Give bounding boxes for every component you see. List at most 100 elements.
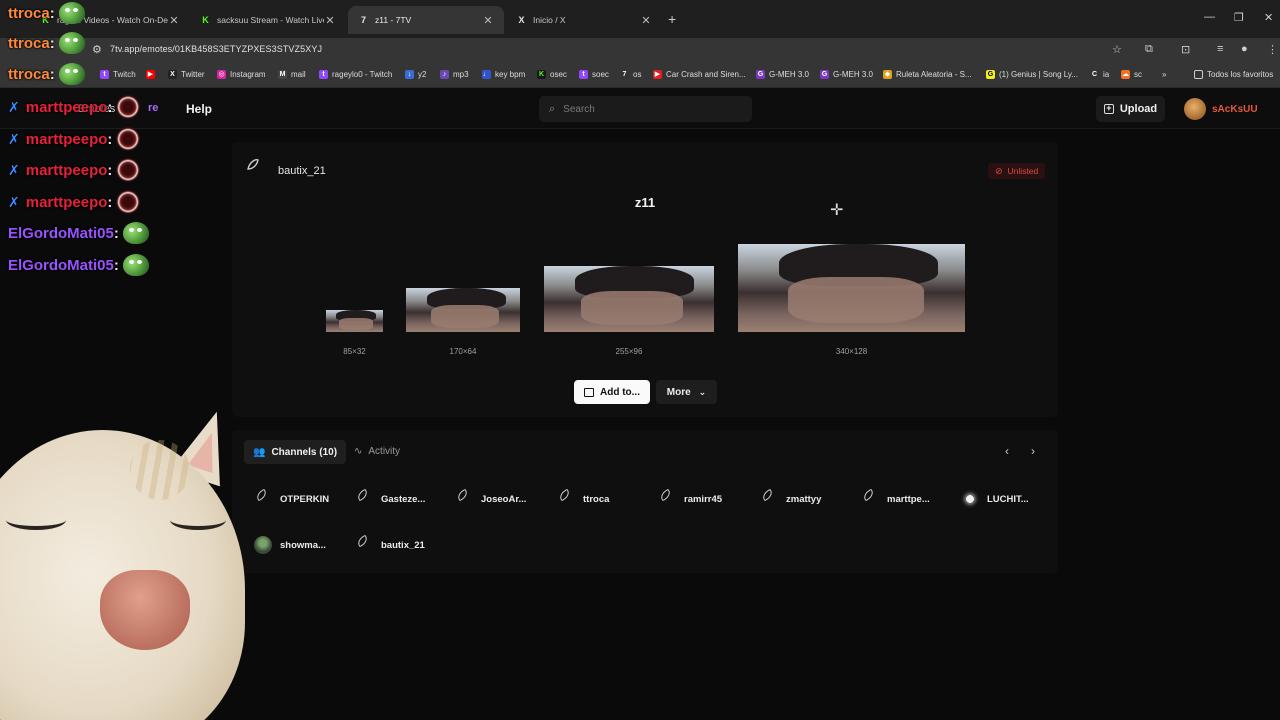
channel-item[interactable]: ttroca bbox=[557, 490, 609, 508]
screenshot-icon[interactable]: ⊡ bbox=[1181, 43, 1190, 56]
chat-username: ttroca bbox=[8, 4, 50, 22]
download-icon: ↓ bbox=[405, 70, 414, 79]
emote-preview-3x[interactable] bbox=[544, 266, 714, 332]
gmeh-icon: G bbox=[756, 70, 765, 79]
browser-tab-active[interactable]: 7 z11 - 7TV ✕ bbox=[348, 6, 504, 34]
ring-emote-icon bbox=[116, 158, 141, 182]
channel-item[interactable]: LUCHIT... bbox=[961, 490, 1029, 508]
bookmark-item[interactable]: t soec bbox=[579, 70, 609, 79]
url-field[interactable]: 7tv.app/emotes/01KB458S3ETYZPXES3STVZ5XY… bbox=[110, 44, 322, 54]
emote-preview-4x[interactable] bbox=[738, 244, 965, 332]
emote-owner[interactable]: bautix_21 bbox=[278, 165, 326, 177]
browser-tab[interactable]: K sacksuu Stream - Watch Live on Kick ✕ bbox=[190, 6, 346, 34]
youtube-icon: ▶ bbox=[146, 70, 155, 79]
youtube-icon: ▶ bbox=[653, 70, 662, 79]
browser-tab[interactable]: X Inicio / X ✕ bbox=[506, 6, 662, 34]
bookmarks-overflow-button[interactable]: » bbox=[1162, 70, 1166, 79]
x-logo-icon: X bbox=[518, 14, 525, 25]
bookmark-item[interactable]: G (1) Genius | Song Ly... bbox=[986, 70, 1078, 79]
channel-item[interactable]: ramirr45 bbox=[658, 490, 722, 508]
upload-button[interactable]: + Upload bbox=[1096, 96, 1165, 122]
size-label: 85×32 bbox=[343, 347, 366, 356]
profile-icon[interactable]: ● bbox=[1241, 43, 1248, 55]
channel-avatar bbox=[961, 490, 979, 508]
close-icon[interactable]: ✕ bbox=[482, 14, 494, 27]
chat-message: ✗ marttpeepo: bbox=[8, 95, 141, 119]
search-input[interactable] bbox=[563, 103, 734, 115]
new-tab-button[interactable]: + bbox=[668, 11, 676, 27]
nav-store[interactable]: re bbox=[148, 102, 158, 114]
ring-emote-icon bbox=[116, 95, 141, 119]
close-icon[interactable]: ✕ bbox=[324, 14, 336, 27]
channel-item[interactable]: marttpe... bbox=[861, 490, 930, 508]
chat-message: ✗ marttpeepo: bbox=[8, 127, 141, 151]
browser-tab-bar: K rage... Videos - Watch On-Demand ✕ K s… bbox=[0, 0, 1280, 38]
bookmark-item[interactable]: G G-MEH 3.0 bbox=[820, 70, 873, 79]
chat-message: ElGordoMati05: bbox=[8, 222, 149, 244]
music-icon: ♪ bbox=[440, 70, 449, 79]
bookmark-item[interactable]: Cia bbox=[1090, 70, 1109, 79]
restore-icon[interactable]: ❐ bbox=[1234, 11, 1244, 24]
bookmark-item[interactable]: 7 os bbox=[620, 70, 641, 79]
media-icon[interactable]: ≡ bbox=[1217, 43, 1223, 55]
chat-message: ttroca: bbox=[8, 2, 85, 24]
bookmark-item[interactable]: G G-MEH 3.0 bbox=[756, 70, 809, 79]
user-menu[interactable]: sAcKsUU bbox=[1184, 98, 1258, 120]
close-icon[interactable]: ✕ bbox=[168, 14, 180, 27]
chat-username: ElGordoMati05 bbox=[8, 224, 114, 242]
activity-icon: ∿ bbox=[354, 446, 363, 457]
channel-avatar bbox=[861, 490, 879, 508]
bookmark-item[interactable]: ◎ Instagram bbox=[217, 70, 266, 79]
tab-channels[interactable]: 👥 Channels (10) bbox=[244, 440, 347, 464]
chat-message: ttroca: bbox=[8, 32, 85, 54]
close-window-icon[interactable]: ✕ bbox=[1264, 11, 1273, 24]
channel-item[interactable]: showma... bbox=[254, 536, 326, 554]
bookmark-item[interactable]: Mmail bbox=[278, 70, 306, 79]
mail-icon: M bbox=[278, 70, 287, 79]
bookmark-star-icon[interactable]: ☆ bbox=[1112, 43, 1122, 56]
nav-help[interactable]: Help bbox=[186, 102, 212, 116]
bookmark-item[interactable]: t Twitch bbox=[100, 70, 136, 79]
bookmark-item[interactable]: X Twitter bbox=[168, 70, 205, 79]
emote-title: z11 bbox=[634, 195, 656, 210]
username: sAcKsUU bbox=[1212, 103, 1258, 115]
genius-icon: G bbox=[986, 70, 995, 79]
next-page-icon[interactable]: › bbox=[1031, 444, 1035, 458]
moderator-sword-icon: ✗ bbox=[8, 98, 20, 115]
add-to-button[interactable]: Add to... bbox=[574, 380, 650, 404]
more-button[interactable]: More ⌄ bbox=[656, 380, 717, 404]
channel-item[interactable]: OTPERKIN bbox=[254, 490, 329, 508]
bookmark-item[interactable]: Kosec bbox=[537, 70, 567, 79]
bookmark-item[interactable]: ▶ bbox=[146, 70, 159, 79]
prev-page-icon[interactable]: ‹ bbox=[1005, 444, 1009, 458]
bookmark-item[interactable]: ☁ sc bbox=[1121, 70, 1142, 79]
bookmark-item[interactable]: ▶ Car Crash and Siren... bbox=[653, 70, 746, 79]
emote-preview-1x[interactable] bbox=[326, 310, 383, 332]
channel-item[interactable]: Gasteze... bbox=[355, 490, 425, 508]
search-bar[interactable]: ⌕ bbox=[539, 96, 752, 122]
tab-activity[interactable]: ∿ Activity bbox=[354, 446, 400, 457]
chat-username: ttroca bbox=[8, 34, 50, 52]
emote-preview-2x[interactable] bbox=[406, 288, 520, 332]
status-badge: ⊘ Unlisted bbox=[988, 163, 1046, 179]
bookmark-item[interactable]: ♩ key bpm bbox=[482, 70, 525, 79]
bookmark-item[interactable]: ◆ Ruleta Aleatoria - S... bbox=[883, 70, 972, 79]
site-info-icon[interactable]: ⚙ bbox=[92, 43, 102, 56]
bookmark-item[interactable]: ♪ mp3 bbox=[440, 70, 469, 79]
close-icon[interactable]: ✕ bbox=[640, 14, 652, 27]
channel-item[interactable]: JoseoAr... bbox=[455, 490, 526, 508]
bookmark-item[interactable]: ↓ y2 bbox=[405, 70, 426, 79]
minimize-icon[interactable]: — bbox=[1204, 11, 1215, 23]
7tv-icon: 7 bbox=[620, 70, 629, 79]
all-bookmarks-button[interactable]: Todos los favoritos bbox=[1194, 70, 1273, 79]
bookmark-item[interactable]: t rageylo0 - Twitch bbox=[319, 70, 392, 79]
menu-icon[interactable]: ⋮ bbox=[1267, 43, 1278, 56]
tab-channels-label: Channels (10) bbox=[271, 446, 338, 458]
channel-avatar bbox=[455, 490, 473, 508]
channel-avatar bbox=[254, 536, 272, 554]
add-to-label: Add to... bbox=[600, 386, 640, 398]
channel-item[interactable]: bautix_21 bbox=[355, 536, 425, 554]
channel-item[interactable]: zmattyy bbox=[760, 490, 821, 508]
extensions-icon[interactable]: ⧉ bbox=[1145, 43, 1153, 56]
roulette-icon: ◆ bbox=[883, 70, 892, 79]
